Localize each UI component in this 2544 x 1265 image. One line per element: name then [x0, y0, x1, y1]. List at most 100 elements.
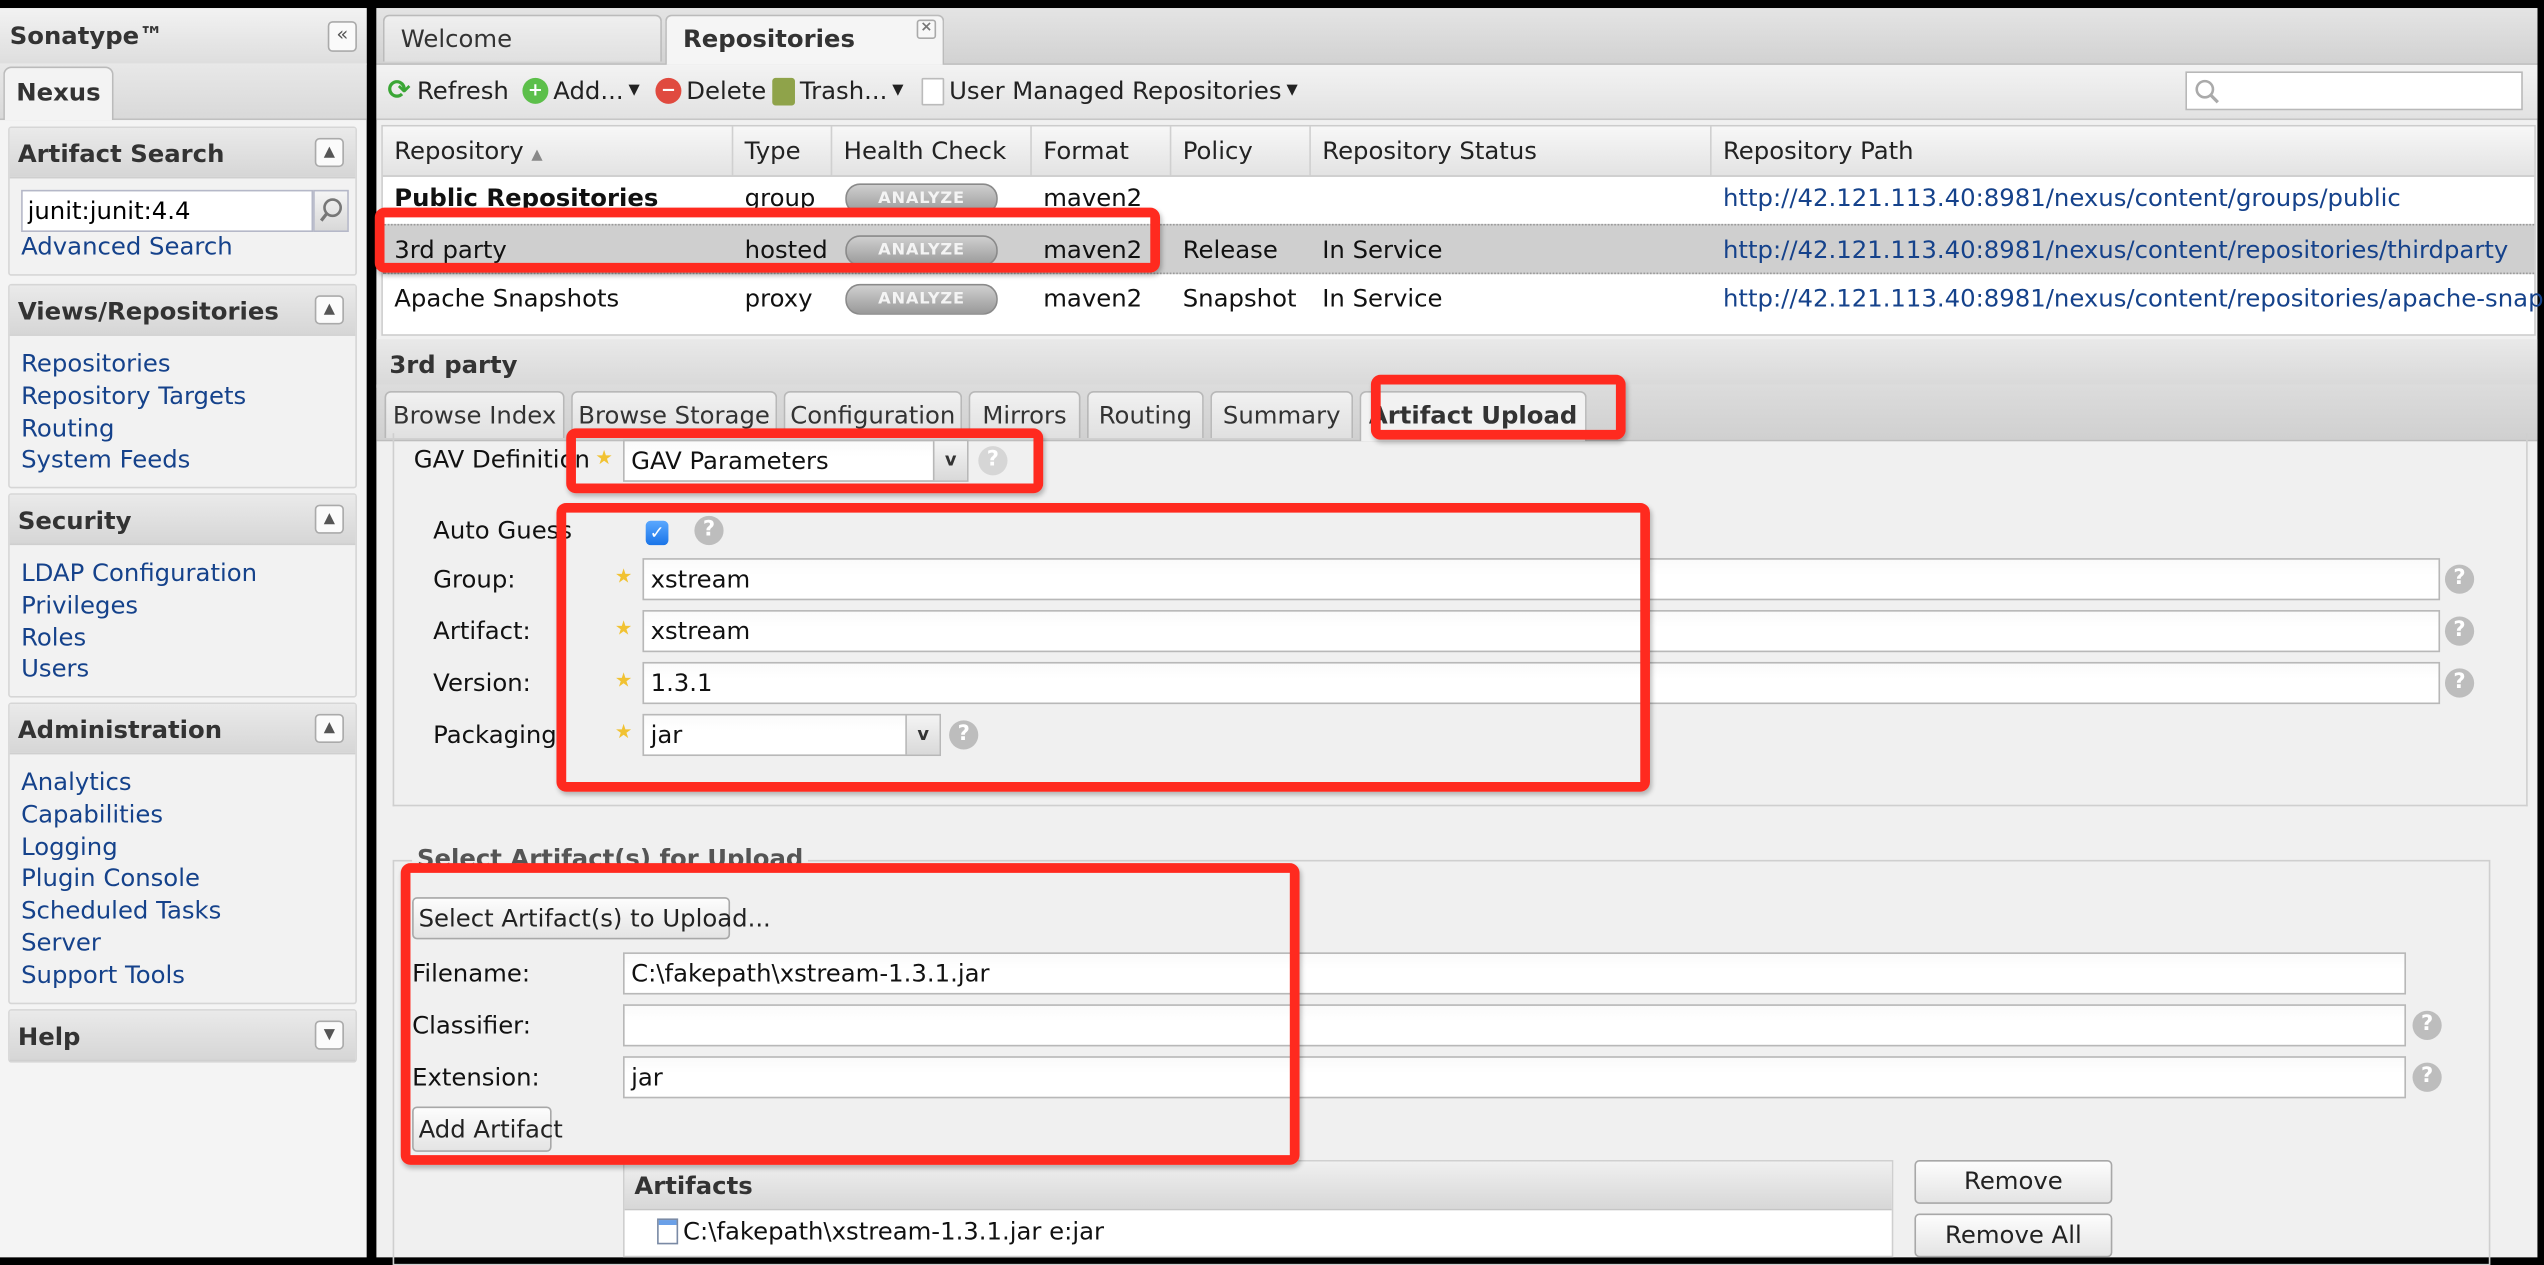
help-icon[interactable]: ?	[2444, 564, 2475, 594]
collapse-up-icon[interactable]: ▲	[314, 713, 344, 744]
add-label: Add...	[553, 76, 624, 106]
panel-header: Views/Repositories ▲	[9, 285, 356, 336]
extension-input[interactable]: jar	[623, 1056, 2407, 1099]
tab-welcome[interactable]: Welcome	[382, 14, 662, 62]
tab-configuration[interactable]: Configuration	[783, 390, 963, 439]
nav-plugin-console[interactable]: Plugin Console	[21, 864, 344, 896]
tab-routing[interactable]: Routing	[1087, 390, 1204, 439]
artifact-list-item[interactable]: C:\fakepath\xstream-1.3.1.jar e:jar	[657, 1217, 1104, 1246]
add-button[interactable]: + Add... ▼	[522, 76, 640, 106]
help-icon[interactable]: ?	[694, 515, 724, 546]
delete-icon: −	[655, 77, 682, 104]
column-repository[interactable]: Repository ▲	[383, 126, 734, 176]
packaging-label: Packaging:	[433, 720, 565, 750]
tab-repositories[interactable]: Repositories ×	[665, 14, 945, 65]
nav-privileges[interactable]: Privileges	[21, 590, 344, 622]
packaging-value: jar	[650, 720, 683, 750]
gav-definition-select[interactable]: GAV Parameters v	[623, 439, 969, 482]
trash-icon	[772, 77, 795, 105]
column-format[interactable]: Format	[1032, 126, 1172, 176]
chevron-down-icon[interactable]: v	[905, 715, 940, 755]
refresh-icon: ⟳	[387, 74, 411, 108]
help-icon[interactable]: ?	[978, 446, 1008, 476]
double-chevron-left-icon[interactable]: «	[327, 21, 357, 52]
nav-support-tools[interactable]: Support Tools	[21, 960, 344, 992]
auto-guess-label: Auto Guess	[433, 515, 573, 546]
cell-type: hosted	[744, 235, 828, 265]
nav-users[interactable]: Users	[21, 654, 344, 686]
administration-panel: Administration ▲ Analytics Capabilities …	[8, 702, 357, 1004]
group-input[interactable]: xstream	[642, 558, 2441, 601]
classifier-input[interactable]	[623, 1004, 2407, 1047]
nav-repositories[interactable]: Repositories	[21, 349, 344, 381]
analyze-button[interactable]: ANALYZE	[845, 183, 998, 215]
nav-repository-targets[interactable]: Repository Targets	[21, 381, 344, 413]
close-icon[interactable]: ×	[916, 19, 937, 39]
remove-button[interactable]: Remove	[1914, 1160, 2113, 1204]
search-button[interactable]	[313, 189, 349, 233]
cell-path-link[interactable]: http://42.121.113.40:8981/nexus/content/…	[1712, 226, 2508, 276]
trash-button[interactable]: Trash... ▼	[772, 76, 903, 105]
advanced-search-link[interactable]: Advanced Search	[21, 232, 344, 264]
artifact-input[interactable]: xstream	[642, 610, 2441, 653]
collapse-up-icon[interactable]: ▲	[314, 504, 344, 534]
table-row[interactable]: Apache Snapshots proxy ANALYZE maven2 Sn…	[383, 274, 2544, 324]
user-managed-repositories-button[interactable]: User Managed Repositories ▼	[921, 76, 1298, 106]
select-artifacts-button[interactable]: Select Artifact(s) to Upload...	[412, 897, 771, 940]
table-row[interactable]: Public Repositories group ANALYZE maven2…	[383, 174, 2534, 224]
collapse-up-icon[interactable]: ▲	[314, 137, 344, 168]
user-managed-label: User Managed Repositories	[949, 76, 1282, 106]
column-policy[interactable]: Policy	[1171, 126, 1311, 176]
column-repository-status[interactable]: Repository Status	[1311, 126, 1712, 176]
chevron-down-icon[interactable]: v	[932, 441, 967, 481]
delete-button[interactable]: − Delete	[655, 76, 766, 105]
tab-mirrors[interactable]: Mirrors	[968, 390, 1081, 439]
panel-body: Repositories Repository Targets Routing …	[10, 336, 356, 487]
tab-browse-storage[interactable]: Browse Storage	[571, 390, 778, 439]
artifact-item-label: C:\fakepath\xstream-1.3.1.jar e:jar	[683, 1216, 1105, 1247]
repositories-grid: Repository ▲ Type Health Check Format Po…	[381, 124, 2544, 336]
help-icon[interactable]: ?	[2412, 1010, 2442, 1040]
nav-ldap-configuration[interactable]: LDAP Configuration	[21, 558, 344, 590]
help-icon[interactable]: ?	[2412, 1062, 2442, 1092]
required-star-icon: ★	[614, 668, 633, 692]
artifact-search-input[interactable]	[21, 189, 314, 233]
help-icon[interactable]: ?	[949, 720, 979, 750]
version-input[interactable]: 1.3.1	[642, 661, 2441, 705]
column-health-check[interactable]: Health Check	[832, 126, 1032, 176]
nav-routing[interactable]: Routing	[21, 413, 344, 445]
nav-analytics[interactable]: Analytics	[21, 767, 344, 799]
cell-path-link[interactable]: http://42.121.113.40:8981/nexus/content/…	[1712, 274, 2544, 324]
help-icon[interactable]: ?	[2444, 668, 2475, 698]
tab-browse-index[interactable]: Browse Index	[384, 390, 565, 439]
required-star-icon: ★	[614, 616, 633, 640]
collapse-up-icon[interactable]: ▲	[314, 295, 344, 325]
analyze-button[interactable]: ANALYZE	[845, 235, 998, 267]
gav-definition-value: GAV Parameters	[631, 446, 829, 476]
nav-roles[interactable]: Roles	[21, 622, 344, 654]
add-artifact-button[interactable]: Add Artifact	[412, 1106, 563, 1152]
help-icon[interactable]: ?	[2444, 616, 2475, 646]
panel-header: Artifact Search ▲	[9, 128, 356, 179]
nav-logging[interactable]: Logging	[21, 832, 344, 864]
nav-system-feeds[interactable]: System Feeds	[21, 445, 344, 477]
auto-guess-checkbox[interactable]: ✓	[645, 520, 669, 546]
nav-scheduled-tasks[interactable]: Scheduled Tasks	[21, 896, 344, 928]
analyze-button[interactable]: ANALYZE	[845, 283, 998, 315]
refresh-label: Refresh	[416, 76, 509, 106]
grid-search-input[interactable]	[2185, 71, 2523, 111]
table-row-selected[interactable]: 3rd party hosted ANALYZE maven2 Release …	[382, 223, 2535, 276]
expand-down-icon[interactable]: ▼	[314, 1020, 344, 1050]
column-type[interactable]: Type	[733, 126, 833, 176]
help-panel: Help ▼	[8, 1009, 357, 1063]
packaging-select[interactable]: jar v	[642, 713, 941, 757]
cell-path-link[interactable]: http://42.121.113.40:8981/nexus/content/…	[1712, 174, 2401, 224]
nav-capabilities[interactable]: Capabilities	[21, 800, 344, 832]
refresh-button[interactable]: ⟳ Refresh	[386, 76, 509, 105]
filename-input[interactable]: C:\fakepath\xstream-1.3.1.jar	[623, 952, 2407, 995]
tab-summary[interactable]: Summary	[1210, 390, 1354, 439]
remove-all-button[interactable]: Remove All	[1914, 1213, 2113, 1258]
tab-nexus[interactable]: Nexus	[3, 66, 114, 121]
column-repository-path[interactable]: Repository Path	[1712, 127, 2535, 176]
nav-server[interactable]: Server	[21, 928, 344, 960]
